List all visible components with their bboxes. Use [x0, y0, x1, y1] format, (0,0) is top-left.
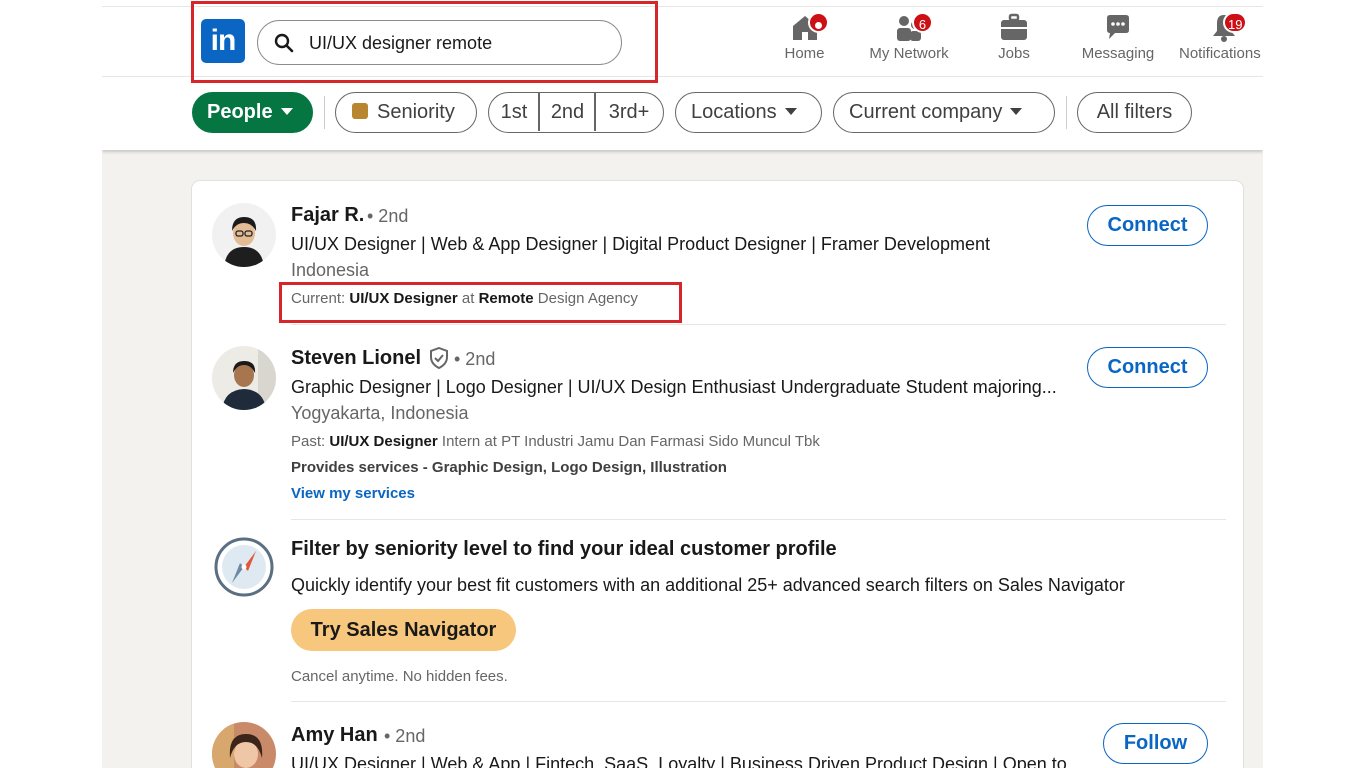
result-headline: UI/UX Designer | Web & App | Fintech, Sa…	[291, 754, 1067, 768]
profile-photo	[212, 346, 276, 410]
nav-jobs[interactable]: Jobs	[989, 12, 1039, 72]
nav-messaging-label: Messaging	[1081, 45, 1155, 62]
nav-notifications[interactable]: 19 Notifications	[1178, 12, 1263, 72]
promo-description: Quickly identify your best fit customers…	[291, 575, 1125, 595]
people-filter-pill[interactable]: People	[192, 92, 313, 133]
verified-shield-icon	[430, 347, 448, 369]
result-headline: Graphic Designer | Logo Designer | UI/UX…	[291, 377, 1057, 397]
home-dot	[808, 12, 829, 33]
premium-icon	[352, 103, 368, 120]
messaging-icon	[1107, 15, 1129, 39]
current-company-filter-pill[interactable]: Current company	[833, 92, 1055, 133]
locations-filter-pill[interactable]: Locations	[675, 92, 822, 133]
connection-degree-group: 1st 2nd 3rd+	[488, 92, 664, 133]
chevron-down-icon	[784, 107, 797, 115]
chevron-down-icon	[1010, 107, 1023, 115]
result-divider	[291, 701, 1226, 702]
network-badge: 6	[912, 12, 933, 33]
degree-1st-button[interactable]: 1st	[489, 93, 539, 131]
connection-degree: • 2nd	[367, 206, 409, 226]
seniority-filter-pill[interactable]: Seniority	[335, 92, 477, 133]
search-highlight-box	[191, 1, 658, 83]
connect-button[interactable]: Connect	[1087, 347, 1208, 388]
nav-notifications-label: Notifications	[1179, 45, 1261, 62]
top-header: in UI/UX designer remote Home 6 My Netwo…	[102, 0, 1263, 150]
follow-button[interactable]: Follow	[1103, 723, 1208, 764]
result-divider	[291, 324, 1226, 325]
nav-my-network[interactable]: 6 My Network	[864, 12, 954, 72]
notifications-badge: 19	[1223, 12, 1248, 33]
all-filters-button[interactable]: All filters	[1077, 92, 1192, 133]
nav-home-label: Home	[784, 45, 825, 62]
try-sales-navigator-button[interactable]: Try Sales Navigator	[291, 609, 516, 651]
nav-my-network-label: My Network	[869, 45, 949, 62]
connection-degree: • 2nd	[384, 726, 426, 746]
past-position: Past: UI/UX Designer Intern at PT Indust…	[291, 433, 820, 450]
browser-content: in UI/UX designer remote Home 6 My Netwo…	[102, 0, 1263, 768]
all-filters-label: All filters	[1096, 101, 1173, 123]
chevron-down-icon	[280, 107, 293, 115]
briefcase-icon	[1001, 13, 1027, 40]
current-position-highlight-box	[279, 282, 682, 323]
past-rest: Intern at PT Industri Jamu Dan Farmasi S…	[441, 433, 820, 450]
result-divider	[291, 519, 1226, 520]
result-name[interactable]: Fajar R.	[291, 204, 364, 227]
result-location: Indonesia	[291, 260, 370, 280]
compass-icon	[214, 537, 274, 597]
connect-button[interactable]: Connect	[1087, 205, 1208, 246]
past-prefix: Past:	[291, 433, 326, 450]
past-role: UI/UX Designer	[329, 433, 438, 450]
people-filter-label: People	[207, 101, 273, 123]
result-headline: UI/UX Designer | Web & App Designer | Di…	[291, 234, 990, 254]
nav-messaging[interactable]: Messaging	[1078, 12, 1158, 72]
nav-jobs-label: Jobs	[998, 45, 1030, 62]
avatar[interactable]	[212, 346, 276, 410]
current-company-filter-label: Current company	[849, 101, 1003, 123]
result-location: Yogyakarta, Indonesia	[291, 403, 469, 423]
search-results-card: Fajar R. • 2nd UI/UX Designer | Web & Ap…	[191, 180, 1244, 768]
avatar[interactable]	[212, 722, 276, 768]
result-name[interactable]: Amy Han	[291, 724, 378, 747]
degree-2nd-button[interactable]: 2nd	[540, 93, 595, 131]
profile-photo	[212, 722, 276, 768]
promo-title: Filter by seniority level to find your i…	[291, 538, 837, 560]
filter-divider	[324, 96, 325, 129]
promo-note: Cancel anytime. No hidden fees.	[291, 668, 508, 685]
filter-divider	[1066, 96, 1067, 129]
result-name[interactable]: Steven Lionel	[291, 347, 421, 370]
seniority-filter-label: Seniority	[377, 101, 455, 123]
nav-home[interactable]: Home	[777, 12, 832, 72]
screen: in UI/UX designer remote Home 6 My Netwo…	[0, 0, 1366, 768]
view-services-link[interactable]: View my services	[291, 485, 415, 502]
profile-photo	[212, 203, 276, 267]
locations-filter-label: Locations	[691, 101, 777, 123]
avatar[interactable]	[212, 203, 276, 267]
connection-degree: • 2nd	[454, 349, 496, 369]
services-line: Provides services - Graphic Design, Logo…	[291, 459, 727, 476]
degree-3rd-button[interactable]: 3rd+	[596, 93, 662, 131]
